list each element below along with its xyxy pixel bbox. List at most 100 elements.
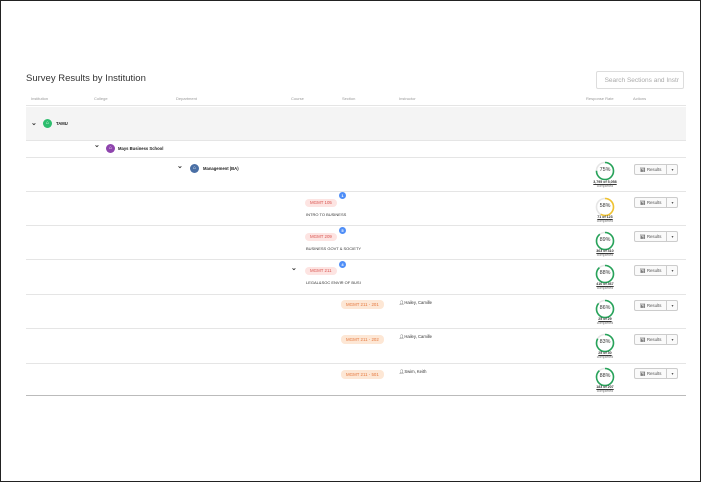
completed-label: completed: [596, 355, 614, 359]
section-code-badge[interactable]: MGMT 211 - 202: [341, 335, 384, 344]
results-button[interactable]: 📊︎ Results: [635, 266, 668, 275]
completed-count: 183 of 207 completed: [590, 385, 620, 393]
caret-down-icon[interactable]: ▾: [667, 232, 677, 241]
completed-count: 71 of 123 completed: [590, 215, 620, 223]
col-college[interactable]: College: [94, 96, 108, 101]
results-label: Results: [646, 234, 662, 239]
section-row[interactable]: MGMT 211 - 201 👤︎Hailey, Camille 86% 25 …: [26, 295, 686, 329]
course-code-badge[interactable]: MGMT 209: [305, 233, 337, 241]
results-button[interactable]: 📊︎ Results: [635, 335, 668, 344]
response-rate-percent: 86%: [599, 305, 611, 311]
department-name: Management (BA): [203, 166, 239, 171]
col-instructor[interactable]: Instructor: [399, 96, 416, 101]
response-rate-gauge: 88%: [595, 367, 615, 387]
bar-chart-icon: 📊︎: [640, 371, 646, 376]
response-rate-gauge: 89%: [595, 231, 615, 251]
section-count-badge: 4: [339, 261, 346, 268]
results-label: Results: [646, 200, 662, 205]
course-row[interactable]: › MGMT 209 5 BUSINESS GOVT & SOCIETY 89%…: [26, 226, 686, 260]
table-header: Institution College Department Course Se…: [26, 92, 686, 106]
completed-label: completed: [596, 219, 614, 223]
section-code-badge[interactable]: MGMT 211 - 201: [341, 300, 384, 309]
response-rate-percent: 88%: [599, 373, 611, 379]
results-control: 📊︎ Results ▾: [634, 300, 679, 311]
caret-down-icon[interactable]: ▾: [667, 165, 677, 174]
caret-down-icon[interactable]: ▾: [667, 301, 677, 310]
bar-chart-icon: 📊︎: [640, 268, 646, 273]
instructor-name: 👤︎Hailey, Camille: [399, 334, 432, 339]
chevron-down-icon[interactable]: ⌄: [31, 119, 37, 127]
response-rate-gauge: 75%: [595, 161, 615, 181]
col-actions: Actions: [633, 96, 647, 101]
completed-label: completed: [596, 321, 614, 325]
col-response-rate[interactable]: Response Rate: [586, 96, 614, 101]
caret-down-icon[interactable]: ▾: [667, 369, 677, 378]
institution-row[interactable]: ⌄ ⌂ TAMU: [26, 107, 686, 141]
col-department[interactable]: Department: [176, 96, 197, 101]
chevron-down-icon[interactable]: ⌄: [177, 162, 183, 170]
institution-icon: ⌂: [190, 164, 199, 173]
response-rate-percent: 89%: [599, 237, 611, 243]
section-count-badge: 1: [339, 192, 346, 199]
results-button[interactable]: 📊︎ Results: [635, 369, 668, 378]
institution-name: TAMU: [56, 121, 68, 126]
caret-down-icon[interactable]: ▾: [667, 335, 677, 344]
bar-chart-icon: 📊︎: [640, 200, 646, 205]
results-label: Results: [646, 167, 662, 172]
course-row[interactable]: ⌄ MGMT 211 4 LEGAL&SOC ENVIR OF BUSI 88%…: [26, 260, 686, 295]
course-name: INTRO TO BUSINESS: [306, 212, 347, 217]
section-count-badge: 5: [339, 227, 346, 234]
department-row[interactable]: ⌄ ⌂ Management (BA) 75% 3,795 of 5,058 c…: [26, 158, 686, 192]
response-rate-gauge: 86%: [595, 299, 615, 319]
results-control: 📊︎ Results ▾: [634, 197, 679, 208]
results-control: 📊︎ Results ▾: [634, 265, 679, 276]
completed-label: completed: [596, 253, 614, 257]
results-label: Results: [646, 371, 662, 376]
section-code-badge[interactable]: MGMT 211 - 501: [341, 370, 384, 379]
completed-label: completed: [596, 389, 614, 393]
chevron-down-icon[interactable]: ⌄: [94, 141, 100, 149]
results-label: Results: [646, 268, 662, 273]
response-rate-gauge: 58%: [595, 197, 615, 217]
completed-count: 363 of 410 completed: [590, 249, 620, 257]
bar-chart-icon: 📊︎: [640, 337, 646, 342]
section-row[interactable]: MGMT 211 - 501 👤︎Swim, Keith 88% 183 of …: [26, 364, 686, 396]
col-institution[interactable]: Institution: [31, 96, 48, 101]
bar-chart-icon: 📊︎: [640, 167, 646, 172]
results-label: Results: [646, 303, 662, 308]
search-input[interactable]: [596, 71, 684, 89]
caret-down-icon[interactable]: ▾: [667, 266, 677, 275]
response-rate-percent: 88%: [599, 270, 611, 276]
results-label: Results: [646, 337, 662, 342]
completed-label: completed: [596, 286, 614, 290]
course-row[interactable]: › MGMT 105 1 INTRO TO BUSINESS 58% 71 of…: [26, 192, 686, 226]
completed-count: 3,795 of 5,058 completed: [590, 180, 620, 188]
caret-down-icon[interactable]: ▾: [667, 198, 677, 207]
results-control: 📊︎ Results ▾: [634, 368, 679, 379]
course-name: BUSINESS GOVT & SOCIETY: [306, 246, 362, 251]
institution-icon: ⌂: [106, 144, 115, 153]
chevron-down-icon[interactable]: ⌄: [291, 264, 297, 272]
results-button[interactable]: 📊︎ Results: [635, 198, 668, 207]
course-name: LEGAL&SOC ENVIR OF BUSI: [306, 280, 361, 285]
results-control: 📊︎ Results ▾: [634, 231, 679, 242]
col-section[interactable]: Section: [342, 96, 355, 101]
section-row[interactable]: MGMT 211 - 202 👤︎Hailey, Camille 83% 25 …: [26, 329, 686, 364]
results-control: 📊︎ Results ▾: [634, 334, 679, 345]
response-rate-gauge: 88%: [595, 264, 615, 284]
results-button[interactable]: 📊︎ Results: [635, 232, 668, 241]
instructor-name: 👤︎Swim, Keith: [399, 369, 427, 374]
bar-chart-icon: 📊︎: [640, 234, 646, 239]
college-row[interactable]: ⌄ ⌂ Mays Business School: [26, 141, 686, 158]
completed-count: 410 of 467 completed: [590, 282, 620, 290]
page-title: Survey Results by Institution: [26, 73, 146, 84]
results-button[interactable]: 📊︎ Results: [635, 165, 668, 174]
response-rate-gauge: 83%: [595, 333, 615, 353]
results-button[interactable]: 📊︎ Results: [635, 301, 668, 310]
response-rate-percent: 75%: [599, 167, 611, 173]
course-code-badge[interactable]: MGMT 211: [305, 267, 337, 275]
completed-count: 25 of 30 completed: [590, 351, 620, 359]
course-code-badge[interactable]: MGMT 105: [305, 199, 337, 207]
col-course[interactable]: Course: [291, 96, 304, 101]
completed-label: completed: [596, 184, 614, 188]
